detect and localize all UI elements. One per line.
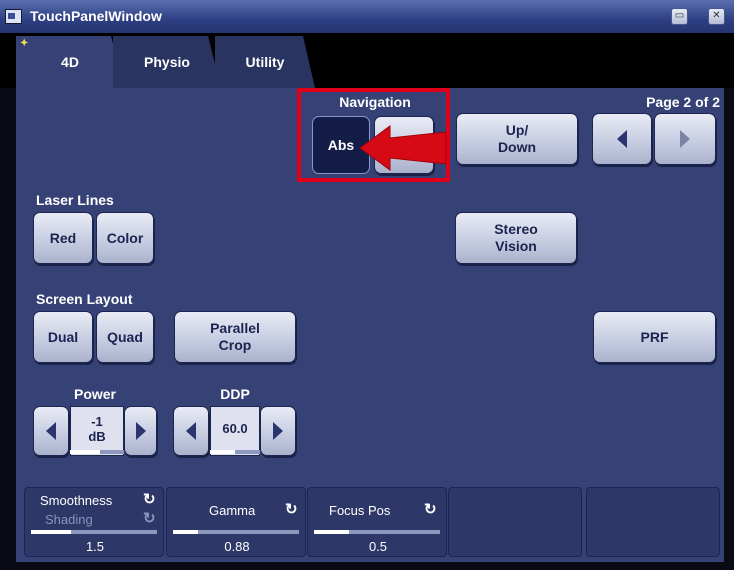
quad-button[interactable]: Quad — [96, 311, 154, 363]
smoothness-label: Smoothness — [40, 493, 113, 508]
laser-red-button[interactable]: Red — [33, 212, 93, 264]
reset-icon[interactable]: ↻ — [285, 500, 298, 518]
ddp-value: 60.0 — [210, 406, 260, 456]
right-arrow-icon — [680, 130, 690, 148]
gamma-bar — [173, 530, 299, 534]
ddp-decrease-button[interactable] — [173, 406, 209, 456]
reset-icon[interactable]: ↻ — [143, 490, 156, 508]
focus-pos-label: Focus Pos — [329, 503, 391, 518]
empty-slider-slot — [586, 487, 720, 557]
right-arrow-icon — [273, 422, 283, 440]
window-icon — [5, 9, 22, 24]
ddp-level-fill — [210, 450, 235, 454]
gamma-label: Gamma — [209, 503, 256, 518]
power-value: -1 dB — [70, 406, 124, 456]
dual-button[interactable]: Dual — [33, 311, 93, 363]
parallel-crop-button[interactable]: Parallel Crop — [174, 311, 296, 363]
screen-layout-label: Screen Layout — [36, 291, 133, 307]
gamma-value: 0.88 — [224, 539, 250, 554]
gamma-fill — [173, 530, 199, 534]
reset-icon[interactable]: ↻ — [424, 500, 437, 518]
power-decrease-button[interactable] — [33, 406, 69, 456]
window-title: TouchPanelWindow — [30, 8, 162, 24]
smoothness-value: 1.5 — [85, 539, 105, 554]
smoothness-bar — [31, 530, 157, 534]
gamma-slider[interactable]: Gamma ↻ 0.88 — [166, 487, 306, 557]
touch-panel-window: TouchPanelWindow ▭ ✕ ✦ 4D Physio Utility… — [0, 0, 734, 570]
ddp-increase-button[interactable] — [260, 406, 296, 456]
up-down-button[interactable]: Up/ Down — [456, 113, 578, 165]
red-arrow-icon — [359, 125, 447, 171]
tab-4d[interactable]: ✦ 4D — [16, 36, 124, 88]
tab-utility-label: Utility — [245, 54, 285, 70]
right-arrow-icon — [135, 422, 146, 440]
page-prev-button[interactable] — [592, 113, 652, 165]
title-bar: TouchPanelWindow ▭ ✕ — [0, 0, 734, 33]
page-indicator: Page 2 of 2 — [646, 94, 720, 110]
minimize-button[interactable]: ▭ — [671, 8, 688, 25]
power-level-bar — [70, 450, 124, 454]
tab-utility[interactable]: Utility — [215, 36, 315, 88]
smoothness-fill — [31, 530, 72, 534]
page-next-button[interactable] — [654, 113, 716, 165]
left-arrow-icon — [46, 422, 56, 440]
reset-icon[interactable]: ↻ — [143, 509, 156, 527]
tab-physio-label: Physio — [144, 54, 190, 70]
power-increase-button[interactable] — [124, 406, 157, 456]
ddp-label: DDP — [220, 386, 250, 402]
left-arrow-icon — [186, 422, 196, 440]
tab-4d-label: 4D — [61, 54, 79, 70]
smoothness-slider[interactable]: Smoothness ↻ Shading ↻ 1.5 — [24, 487, 164, 557]
power-label: Power — [73, 386, 116, 402]
stereo-vision-button[interactable]: Stereo Vision — [455, 212, 577, 264]
focus-pos-bar — [314, 530, 440, 534]
ddp-level-bar — [210, 450, 260, 454]
tab-physio[interactable]: Physio — [113, 36, 221, 88]
shading-label: Shading — [45, 512, 93, 527]
laser-color-button[interactable]: Color — [96, 212, 154, 264]
laser-lines-label: Laser Lines — [36, 192, 114, 208]
focus-pos-value: 0.5 — [368, 539, 388, 554]
power-level-fill — [70, 450, 100, 454]
empty-slider-slot — [448, 487, 582, 557]
focus-pos-fill — [314, 530, 350, 534]
prf-button[interactable]: PRF — [593, 311, 716, 363]
left-arrow-icon — [617, 130, 627, 148]
focus-pos-slider[interactable]: Focus Pos ↻ 0.5 — [307, 487, 447, 557]
close-button[interactable]: ✕ — [708, 8, 725, 25]
